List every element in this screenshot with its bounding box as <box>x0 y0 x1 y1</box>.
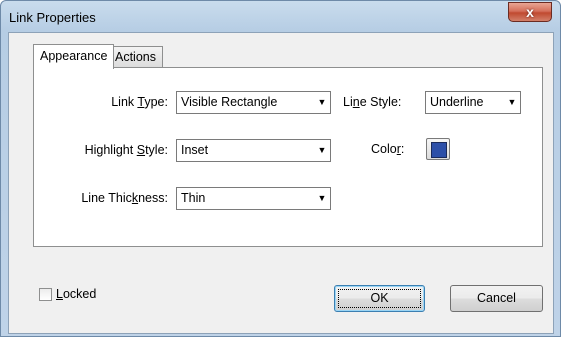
close-button[interactable]: x <box>508 2 552 22</box>
window-title: Link Properties <box>9 10 96 25</box>
highlight-style-select[interactable]: Inset ▼ <box>176 139 331 162</box>
focus-ring <box>338 289 421 308</box>
ok-button[interactable]: OK <box>334 285 425 312</box>
chevron-down-icon: ▼ <box>507 97 517 107</box>
locked-label: Locked <box>56 287 97 301</box>
color-swatch <box>431 142 447 158</box>
link-type-label: Link Type: <box>111 95 168 109</box>
tab-appearance[interactable]: Appearance <box>33 44 115 69</box>
color-picker-button[interactable] <box>426 138 450 160</box>
line-thickness-label: Line Thickness: <box>81 191 168 205</box>
chevron-down-icon: ▼ <box>317 145 327 155</box>
cancel-button[interactable]: Cancel <box>450 285 543 312</box>
line-thickness-value: Thin <box>181 191 206 205</box>
highlight-style-label: Highlight Style: <box>84 143 168 157</box>
highlight-style-value: Inset <box>181 143 209 157</box>
chevron-down-icon: ▼ <box>317 97 327 107</box>
tab-actions-label: Actions <box>115 50 156 64</box>
line-style-value: Underline <box>430 95 484 109</box>
color-label: Color: <box>371 142 405 156</box>
line-thickness-select[interactable]: Thin ▼ <box>176 187 331 210</box>
close-icon: x <box>526 4 534 20</box>
tab-appearance-label: Appearance <box>40 49 108 63</box>
title-bar[interactable]: Link Properties x <box>1 1 560 31</box>
tab-actions[interactable]: Actions <box>108 46 163 67</box>
link-properties-dialog: Link Properties x Appearance Actions Lin… <box>0 0 561 337</box>
appearance-panel: Link Type: Visible Rectangle ▼ Line Styl… <box>33 67 543 247</box>
dialog-client-area: Appearance Actions Link Type: Visible Re… <box>8 32 554 334</box>
chevron-down-icon: ▼ <box>317 193 327 203</box>
link-type-value: Visible Rectangle <box>181 95 278 109</box>
line-style-label: Line Style: <box>343 95 402 109</box>
link-type-select[interactable]: Visible Rectangle ▼ <box>176 91 331 114</box>
line-style-select[interactable]: Underline ▼ <box>425 91 521 114</box>
locked-checkbox[interactable] <box>39 288 52 301</box>
cancel-button-label: Cancel <box>477 291 516 305</box>
